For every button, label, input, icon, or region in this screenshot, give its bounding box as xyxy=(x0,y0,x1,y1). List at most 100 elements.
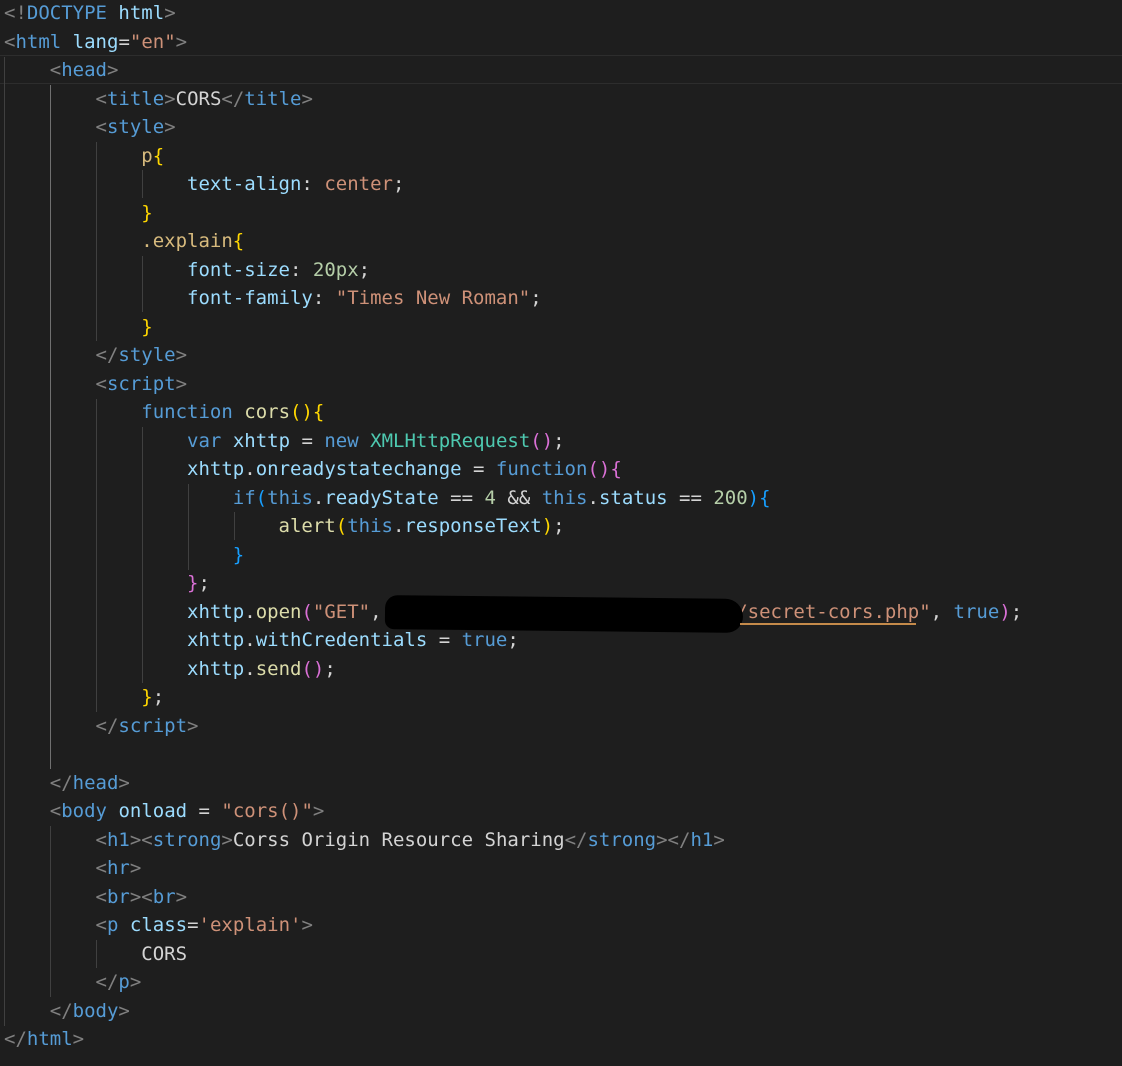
code-token: () xyxy=(530,429,554,452)
code-line[interactable]: font-size: 20px; xyxy=(4,256,370,285)
current-line-highlight xyxy=(0,55,1122,84)
code-line[interactable]: <!DOCTYPE html> xyxy=(4,0,176,28)
code-token: </ xyxy=(49,999,73,1022)
link-underline xyxy=(740,621,916,625)
code-token: = xyxy=(187,800,222,822)
redaction-mark xyxy=(384,595,744,633)
code-line[interactable]: } xyxy=(4,313,152,342)
code-token: </ xyxy=(95,971,119,993)
code-line[interactable]: <br><br> xyxy=(4,883,188,912)
code-token: > xyxy=(164,2,176,24)
code-token: () xyxy=(301,657,325,680)
code-token: : xyxy=(312,287,336,309)
code-token: </ xyxy=(95,714,119,737)
code-line[interactable]: </body> xyxy=(4,997,130,1026)
code-token: > xyxy=(301,87,313,110)
code-token: > xyxy=(301,914,313,936)
code-token: > xyxy=(175,344,188,366)
code-line[interactable]: text-align: center; xyxy=(4,170,404,199)
code-token: > xyxy=(129,971,142,993)
code-token: font-family xyxy=(187,287,313,309)
code-token: class xyxy=(129,914,188,936)
code-line[interactable]: <h1><strong>Corss Origin Resource Sharin… xyxy=(4,826,725,855)
code-line[interactable]: }; xyxy=(4,683,164,712)
code-line[interactable]: </p> xyxy=(4,968,142,997)
code-token: < xyxy=(95,914,107,936)
code-line[interactable]: <style> xyxy=(4,113,176,142)
code-line[interactable]: CORS xyxy=(4,940,187,969)
code-token: > xyxy=(175,885,188,908)
code-token: status xyxy=(598,486,668,509)
code-token: ( xyxy=(335,515,348,537)
code-token: if xyxy=(232,486,256,509)
code-token: } xyxy=(232,543,245,566)
code-token: > xyxy=(118,771,130,794)
code-line[interactable]: xhttp.onreadystatechange = function(){ xyxy=(4,455,622,484)
code-line[interactable]: font-family: "Times New Roman"; xyxy=(4,284,542,313)
code-line[interactable]: xhttp.send(); xyxy=(4,655,336,684)
code-line[interactable]: </head> xyxy=(4,769,130,798)
code-line[interactable]: p{ xyxy=(4,142,164,171)
code-token: < xyxy=(49,800,62,822)
code-token: . xyxy=(392,515,405,537)
code-line[interactable]: </style> xyxy=(4,341,188,370)
code-token: > xyxy=(175,30,188,53)
code-token: readyState xyxy=(324,486,439,509)
code-token: DOCTYPE xyxy=(26,2,107,24)
code-line[interactable]: <head> xyxy=(4,56,119,85)
code-line[interactable]: function cors(){ xyxy=(4,398,324,427)
code-line[interactable]: <title>CORS</title> xyxy=(4,85,313,114)
code-token: true xyxy=(461,629,508,651)
code-line[interactable]: var xhttp = new XMLHttpRequest(); xyxy=(4,427,565,456)
code-line[interactable]: .explain{ xyxy=(4,227,244,256)
code-token: <! xyxy=(4,2,27,24)
code-token: ; xyxy=(507,629,519,651)
code-editor[interactable]: <!DOCTYPE html> <html lang="en"> <head> <… xyxy=(0,0,1122,1066)
code-line[interactable]: <body onload = "cors()"> xyxy=(4,797,325,826)
code-line[interactable]: xhttp.withCredentials = true; xyxy=(4,626,519,655)
code-token: > xyxy=(221,828,233,851)
code-token: br xyxy=(152,885,176,908)
code-token: "cors()" xyxy=(221,800,313,822)
code-line[interactable]: alert(this.responseText); xyxy=(4,512,565,541)
code-line[interactable]: <p class='explain'> xyxy=(4,911,313,940)
code-line[interactable]: } xyxy=(4,199,152,228)
code-token: ; xyxy=(392,173,405,195)
code-line[interactable]: }; xyxy=(4,569,210,598)
code-token: >< xyxy=(129,828,153,851)
code-token: body xyxy=(72,999,119,1022)
code-token: </ xyxy=(4,1028,27,1050)
code-token: < xyxy=(95,116,107,138)
code-line[interactable]: </html> xyxy=(4,1025,84,1054)
code-token: { xyxy=(312,401,325,423)
code-line[interactable]: } xyxy=(4,541,244,570)
code-line[interactable]: if(this.readyState == 4 && this.status =… xyxy=(4,484,771,513)
code-token: new xyxy=(324,429,359,452)
code-line[interactable]: <hr> xyxy=(4,854,142,883)
code-line[interactable]: <script> xyxy=(4,370,188,399)
code-token: ; xyxy=(198,572,210,594)
code-token: ; xyxy=(530,287,542,309)
code-token: "GET" xyxy=(312,600,371,623)
code-line[interactable]: </script> xyxy=(4,712,199,741)
code-token: title xyxy=(244,87,302,110)
code-token: p xyxy=(141,144,153,167)
code-token: > xyxy=(129,857,142,879)
code-line[interactable]: <html lang="en"> xyxy=(4,28,187,57)
